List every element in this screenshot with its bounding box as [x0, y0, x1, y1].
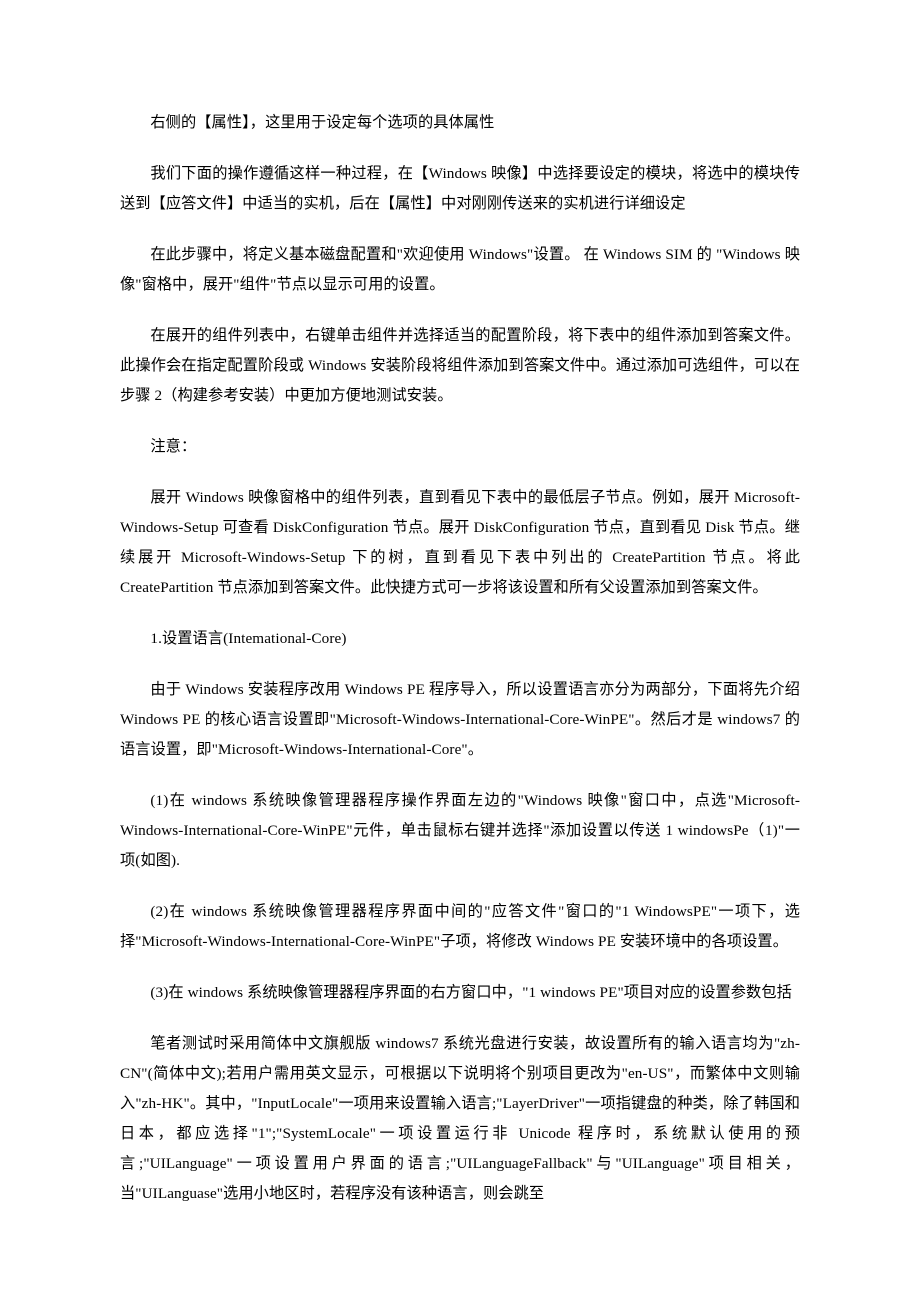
document-page: 右侧的【属性】，这里用于设定每个选项的具体属性 我们下面的操作遵循这样一种过程，…	[0, 0, 920, 1302]
paragraph-language-two-parts: 由于 Windows 安装程序改用 Windows PE 程序导入，所以设置语言…	[120, 681, 800, 758]
paragraph-operation-process: 我们下面的操作遵循这样一种过程，在【Windows 映像】中选择要设定的模块，将…	[120, 165, 800, 212]
paragraph-step-2: (2)在 windows 系统映像管理器程序界面中间的"应答文件"窗口的"1 W…	[120, 903, 800, 950]
document-body: 右侧的【属性】，这里用于设定每个选项的具体属性 我们下面的操作遵循这样一种过程，…	[120, 108, 800, 1209]
paragraph-right-properties: 右侧的【属性】，这里用于设定每个选项的具体属性	[150, 114, 495, 131]
paragraph-disk-configuration-step: 在此步骤中，将定义基本磁盘配置和"欢迎使用 Windows"设置。 在 Wind…	[120, 246, 800, 293]
section-heading-set-language: 1.设置语言(Intemational-Core)	[150, 630, 347, 647]
paragraph-locale-settings-detail: 笔者测试时采用简体中文旗舰版 windows7 系统光盘进行安装，故设置所有的输…	[120, 1035, 800, 1202]
paragraph-note-label: 注意：	[150, 438, 197, 455]
paragraph-step-1: (1)在 windows 系统映像管理器程序操作界面左边的"Windows 映像…	[120, 792, 800, 869]
paragraph-component-list-add: 在展开的组件列表中，右键单击组件并选择适当的配置阶段，将下表中的组件添加到答案文…	[120, 327, 800, 404]
paragraph-step-3: (3)在 windows 系统映像管理器程序界面的右方窗口中，"1 window…	[150, 984, 792, 1001]
paragraph-expand-nodes-detail: 展开 Windows 映像窗格中的组件列表，直到看见下表中的最低层子节点。例如，…	[120, 489, 800, 596]
